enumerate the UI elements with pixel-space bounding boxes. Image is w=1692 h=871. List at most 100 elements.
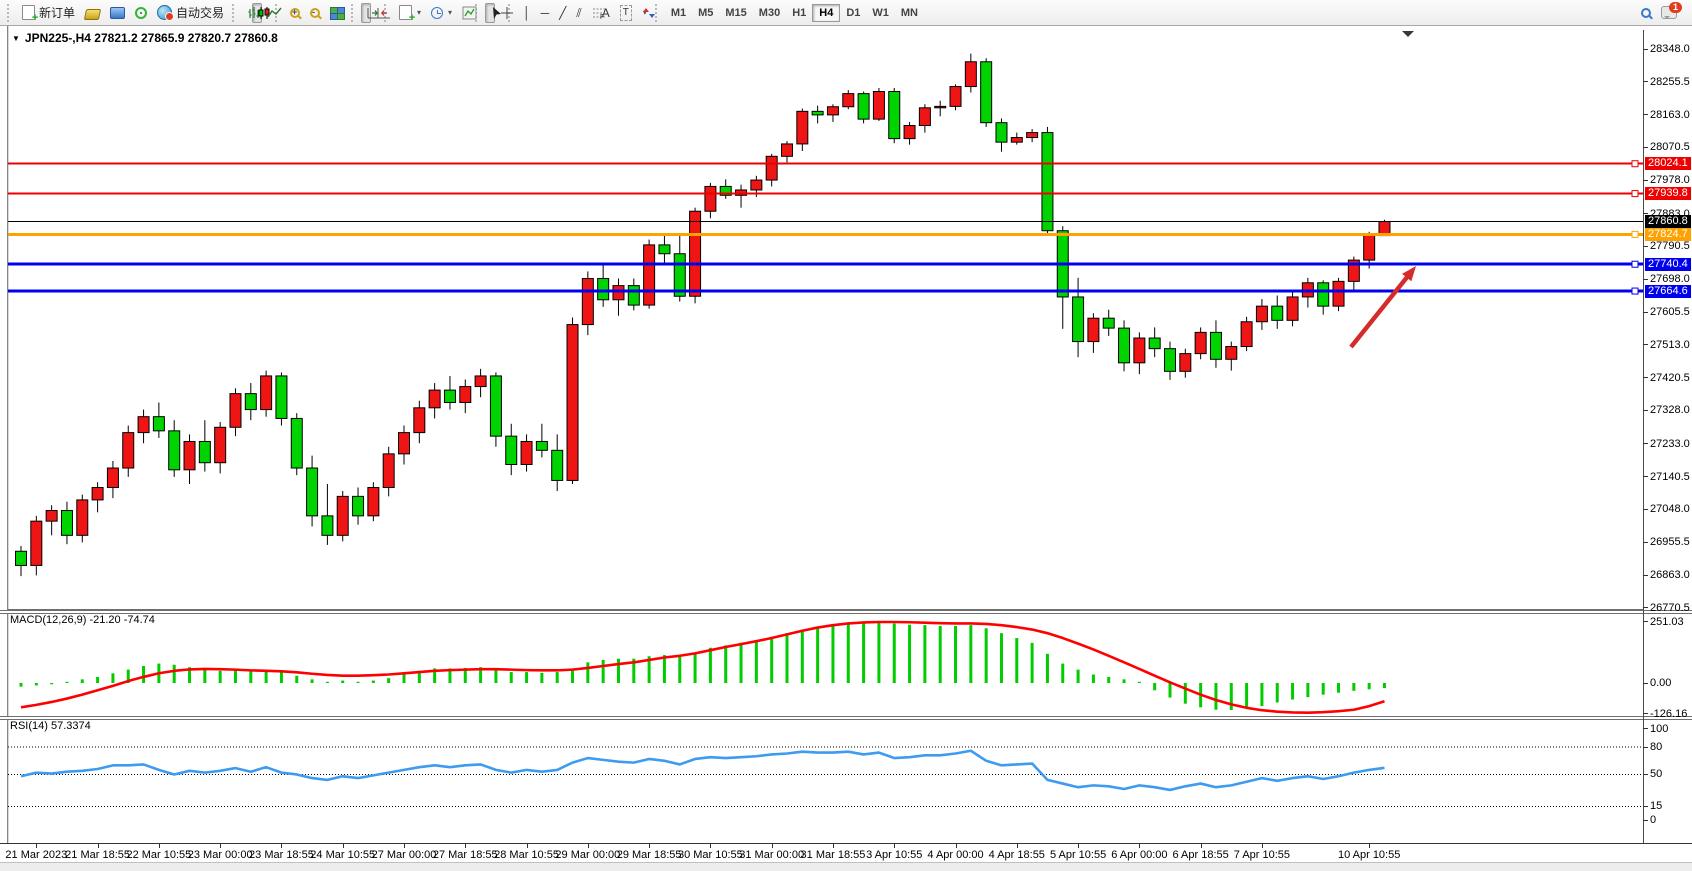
chart-symbol-title[interactable]: ▼ JPN225-,H4 27821.2 27865.9 27820.7 278… bbox=[12, 31, 278, 45]
fibonacci-tool[interactable]: F bbox=[587, 3, 597, 23]
zoom-in-button[interactable]: + bbox=[285, 3, 305, 23]
new-chart-dropdown[interactable]: +▾ bbox=[394, 3, 426, 23]
time-axis[interactable]: 21 Mar 202321 Mar 18:5522 Mar 10:5523 Ma… bbox=[0, 843, 1692, 863]
candle-up bbox=[873, 92, 884, 120]
line-handle[interactable] bbox=[1632, 288, 1638, 294]
timeframe-button-m1[interactable]: M1 bbox=[665, 5, 692, 21]
rsi-axis-tick bbox=[1643, 728, 1648, 729]
price-axis-tick-label: 28255.5 bbox=[1650, 76, 1690, 88]
candle-up bbox=[46, 511, 57, 522]
trendline-icon: ╱ bbox=[559, 6, 566, 20]
autotrading-button[interactable]: 自动交易 bbox=[152, 3, 229, 23]
label-tool[interactable]: T bbox=[615, 3, 637, 23]
candle-up bbox=[184, 441, 195, 469]
signals-button[interactable] bbox=[130, 3, 152, 23]
symbol-info-text: JPN225-,H4 27821.2 27865.9 27820.7 27860… bbox=[25, 31, 278, 45]
candle-down bbox=[858, 94, 869, 120]
price-axis-tick-label: 26955.5 bbox=[1650, 536, 1690, 548]
candle-down bbox=[490, 376, 501, 436]
main-price-chart[interactable] bbox=[8, 30, 1643, 610]
price-axis-tick bbox=[1643, 147, 1648, 148]
price-axis-tick bbox=[1643, 180, 1648, 181]
time-axis-tick bbox=[1369, 844, 1370, 848]
zoom-out-button[interactable]: - bbox=[305, 3, 325, 23]
time-axis-tick bbox=[220, 844, 221, 848]
line-handle[interactable] bbox=[1632, 231, 1638, 237]
candle-up bbox=[521, 441, 532, 464]
price-axis-tick bbox=[1643, 213, 1648, 214]
toolbar-grip[interactable] bbox=[232, 4, 239, 22]
horizontal-line-tool[interactable]: ─ bbox=[536, 3, 555, 23]
periods-dropdown[interactable]: ▾ bbox=[426, 3, 457, 23]
candle-up bbox=[77, 500, 88, 535]
candle-down bbox=[16, 551, 27, 565]
timeframe-button-h1[interactable]: H1 bbox=[786, 5, 812, 21]
timeframe-button-m5[interactable]: M5 bbox=[692, 5, 719, 21]
price-label-27939.8: 27939.8 bbox=[1645, 187, 1691, 200]
time-axis-tick bbox=[465, 844, 466, 848]
timeframe-button-m15[interactable]: M15 bbox=[719, 5, 752, 21]
timeframe-button-mn[interactable]: MN bbox=[895, 5, 924, 21]
rsi-panel[interactable] bbox=[8, 719, 1643, 824]
candle-up bbox=[1088, 318, 1099, 341]
candle-up bbox=[138, 417, 149, 433]
timeframe-button-d1[interactable]: D1 bbox=[840, 5, 866, 21]
vertical-line-tool[interactable]: │ bbox=[518, 3, 536, 23]
candle-up bbox=[1180, 354, 1191, 372]
candle-up bbox=[644, 245, 655, 305]
main-toolbar: + 新订单 自动交易 + - +▾ ▾ ▾ │ ─ ╱ ⫽ F A T ▾ M1… bbox=[0, 0, 1692, 26]
candle-up bbox=[92, 488, 103, 500]
rsi-line bbox=[21, 751, 1384, 790]
timeframe-button-w1[interactable]: W1 bbox=[866, 5, 895, 21]
candle-down bbox=[353, 496, 364, 515]
candle-up bbox=[782, 144, 793, 156]
macd-axis-tick-label: 251.03 bbox=[1650, 616, 1684, 628]
channel-tool[interactable]: ⫽ bbox=[571, 3, 586, 23]
tile-windows-button[interactable] bbox=[325, 3, 348, 23]
price-axis-tick bbox=[1643, 312, 1648, 313]
trendline-tool[interactable]: ╱ bbox=[554, 3, 571, 23]
line-handle[interactable] bbox=[1632, 261, 1638, 267]
price-label-27740.4: 27740.4 bbox=[1645, 258, 1691, 271]
line-handle[interactable] bbox=[1632, 191, 1638, 197]
candle-up bbox=[460, 387, 471, 403]
line-handle[interactable] bbox=[1632, 161, 1638, 167]
autoscroll-button[interactable] bbox=[361, 3, 371, 23]
indicators-dropdown[interactable]: ▾ bbox=[457, 3, 472, 23]
time-axis-tick bbox=[404, 844, 405, 848]
gold-button[interactable] bbox=[80, 3, 105, 23]
bar-chart-button[interactable] bbox=[242, 3, 252, 23]
candle-up bbox=[215, 427, 226, 462]
metaeditor-button[interactable] bbox=[105, 3, 130, 23]
one-click-trading-arrow-icon[interactable]: ▼ bbox=[12, 34, 20, 43]
macd-panel[interactable] bbox=[8, 613, 1643, 716]
timeframe-button-m30[interactable]: M30 bbox=[753, 5, 786, 21]
price-axis-tick bbox=[1643, 575, 1648, 576]
new-order-button[interactable]: + 新订单 bbox=[17, 3, 80, 23]
label-icon: T bbox=[620, 5, 632, 21]
cursor-button[interactable] bbox=[485, 3, 495, 23]
candle-up bbox=[399, 433, 410, 454]
price-axis-tick bbox=[1643, 377, 1648, 378]
candle-down bbox=[1210, 332, 1221, 359]
candle-up bbox=[31, 521, 42, 565]
chart-shift-marker-icon[interactable] bbox=[1402, 31, 1414, 37]
toolbar-grip[interactable] bbox=[655, 4, 662, 22]
time-axis-tick bbox=[1078, 844, 1079, 848]
candle-up bbox=[705, 186, 716, 211]
zoom-in-icon: + bbox=[290, 8, 300, 18]
timeframe-button-h4[interactable]: H4 bbox=[812, 4, 840, 22]
price-axis-tick bbox=[1643, 246, 1648, 247]
trend-arrow[interactable] bbox=[1351, 272, 1411, 347]
toolbar-grip[interactable] bbox=[7, 4, 14, 22]
rsi-axis-tick bbox=[1643, 806, 1648, 807]
price-label-27664.6: 27664.6 bbox=[1645, 285, 1691, 298]
candle-down bbox=[276, 376, 287, 419]
candle-up bbox=[582, 279, 593, 325]
arrows-dropdown[interactable]: ▾ bbox=[637, 3, 652, 23]
toolbar-grip[interactable] bbox=[351, 4, 358, 22]
horizontal-line-icon: ─ bbox=[541, 6, 550, 20]
community-button[interactable]: 1 bbox=[1656, 3, 1682, 23]
candle-up bbox=[383, 454, 394, 488]
search-button[interactable] bbox=[1636, 3, 1656, 23]
